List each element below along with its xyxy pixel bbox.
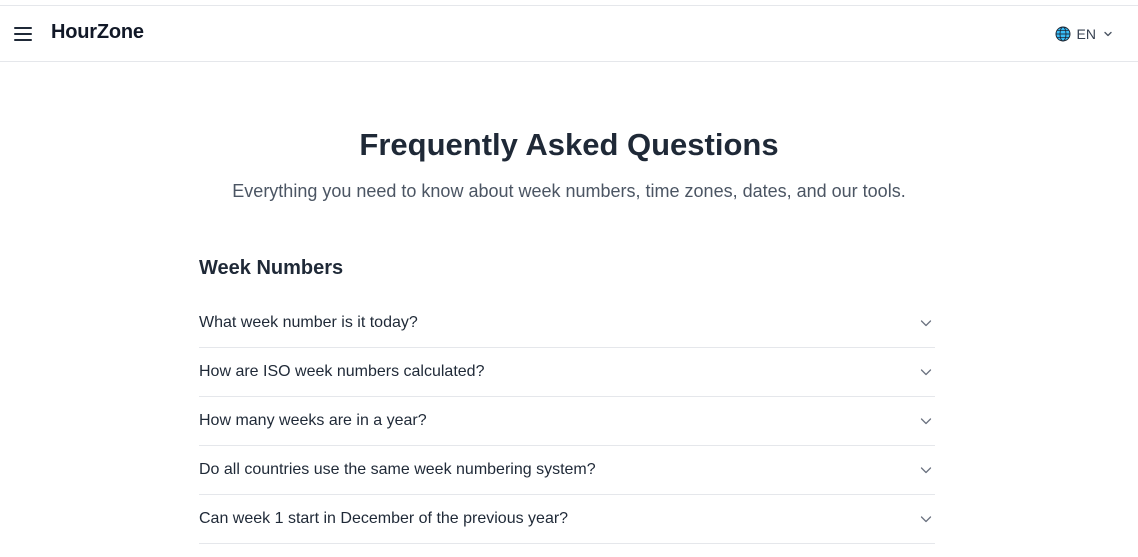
globe-icon [1055,26,1071,42]
language-selector[interactable]: EN [1055,24,1114,44]
faq-question: Do all countries use the same week numbe… [199,461,596,478]
faq-question: What week number is it today? [199,314,418,331]
faq-item[interactable]: What week number is it today? [199,299,935,348]
chevron-down-icon [920,320,932,327]
site-header: HourZone EN [0,6,1138,62]
language-label: EN [1076,26,1096,42]
faq-question: How many weeks are in a year? [199,412,427,429]
page-title: Frequently Asked Questions [359,127,779,162]
faq-question: Can week 1 start in December of the prev… [199,510,569,527]
page-subtitle: Everything you need to know about week n… [232,181,906,201]
faq-item[interactable]: How are ISO week numbers calculated? [199,348,935,397]
chevron-down-icon [920,516,932,523]
faq-list: What week number is it today? How are IS… [199,299,935,544]
hamburger-menu-icon [14,27,32,41]
chevron-down-icon [920,467,932,474]
faq-item[interactable]: How many weeks are in a year? [199,397,935,446]
faq-item[interactable]: Do all countries use the same week numbe… [199,446,935,495]
chevron-down-icon [1104,31,1112,37]
menu-button[interactable] [12,23,34,45]
faq-item[interactable]: Can week 1 start in December of the prev… [199,495,935,544]
faq-question: How are ISO week numbers calculated? [199,363,485,380]
chevron-down-icon [920,418,932,425]
brand-logo[interactable]: HourZone [51,21,144,44]
chevron-down-icon [920,369,932,376]
section-title-week-numbers: Week Numbers [199,257,344,279]
